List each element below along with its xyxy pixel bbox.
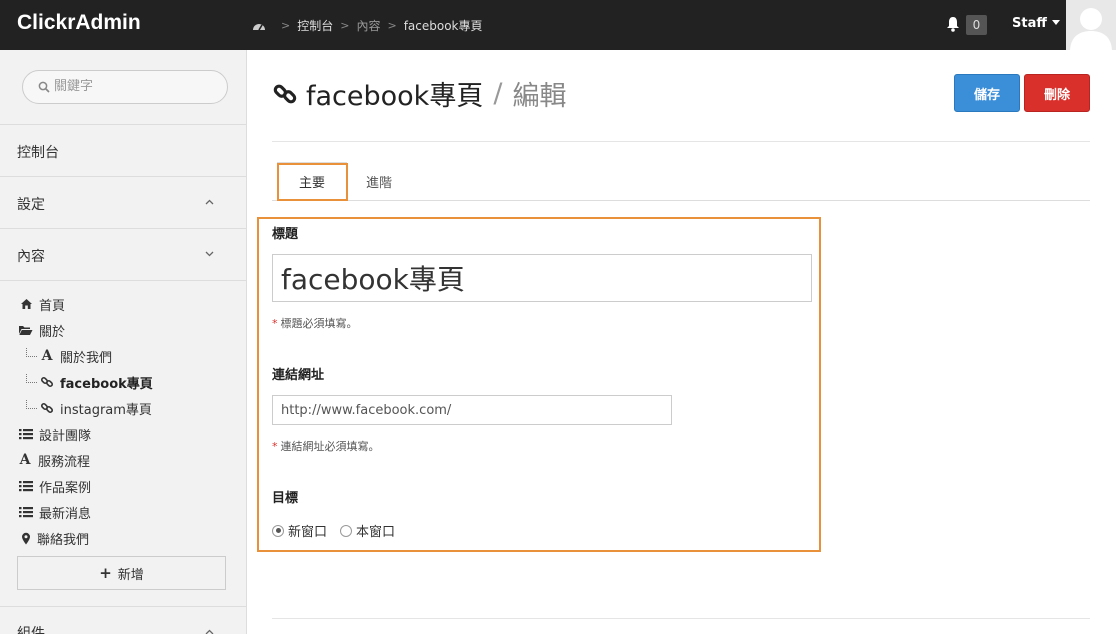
- sidebar-item-settings[interactable]: 設定: [0, 176, 246, 228]
- page-subtitle: 編輯: [512, 81, 567, 112]
- tab-bar: 主要 進階: [272, 162, 1090, 201]
- title-separator: /: [493, 78, 503, 109]
- tree-item-news[interactable]: 最新消息: [19, 502, 91, 522]
- url-field-label: 連結網址: [272, 368, 325, 383]
- divider: [272, 618, 1090, 619]
- add-button-label: 新增: [117, 567, 144, 583]
- map-marker-icon: [22, 532, 30, 544]
- user-silhouette-icon: [1070, 8, 1112, 50]
- link-icon: [40, 402, 54, 414]
- plus-icon: +: [99, 564, 112, 582]
- tree-item-design-team[interactable]: 設計團隊: [19, 424, 91, 444]
- title-help-label: 標題必須填寫。: [280, 317, 358, 330]
- tree-item-contact[interactable]: 聯絡我們: [21, 528, 89, 548]
- search-icon: [38, 81, 50, 93]
- tree-item-about[interactable]: 關於: [18, 320, 65, 340]
- text-a-icon: A: [19, 452, 31, 468]
- dashboard-icon[interactable]: [252, 20, 266, 32]
- delete-button[interactable]: 刪除: [1024, 74, 1090, 112]
- url-help-label: 連結網址必須填寫。: [280, 440, 380, 453]
- tree-connector: [26, 399, 37, 409]
- sidebar-item-label: 組件: [17, 626, 45, 634]
- sidebar-search: [22, 70, 228, 104]
- main-content: facebook專頁 / 編輯 儲存 刪除 主要 進階 標題 *標題必須填寫。 …: [247, 50, 1116, 634]
- tree-connector: [26, 373, 37, 383]
- save-button[interactable]: 儲存: [954, 74, 1020, 112]
- top-navbar: ClickrAdmin > 控制台 > 內容 > facebook專頁 0 St…: [0, 0, 1116, 50]
- tree-item-facebook[interactable]: facebook專頁: [26, 372, 153, 392]
- tree-item-about-us[interactable]: A 關於我們: [26, 346, 112, 366]
- sidebar-item-label: 設定: [17, 197, 45, 213]
- sidebar: 控制台 設定 內容 首頁 關於 A 關於我們 facebook專頁: [0, 50, 247, 634]
- tree-item-label: 作品案例: [39, 480, 92, 496]
- breadcrumb-separator: >: [340, 19, 350, 32]
- tree-item-label: 服務流程: [38, 454, 91, 470]
- notification-count-badge[interactable]: 0: [966, 15, 987, 35]
- caret-down-icon: [1051, 20, 1060, 25]
- page-title: facebook專頁 / 編輯: [272, 74, 566, 113]
- link-icon: [273, 84, 297, 103]
- link-icon: [40, 376, 54, 388]
- user-menu-label: Staff: [1012, 16, 1047, 31]
- radio-label-new-window[interactable]: 新窗口: [288, 521, 327, 540]
- breadcrumb-item-dashboard[interactable]: 控制台: [297, 17, 333, 34]
- home-icon: [21, 299, 32, 309]
- avatar[interactable]: [1066, 0, 1116, 50]
- tree-item-label: 關於我們: [60, 350, 113, 366]
- tree-item-label: 關於: [39, 324, 66, 340]
- sidebar-item-components[interactable]: 組件: [0, 606, 246, 634]
- tree-item-service-process[interactable]: A 服務流程: [18, 450, 90, 470]
- search-input[interactable]: [54, 79, 214, 94]
- url-help-text: * 連結網址必須填寫。: [272, 438, 380, 454]
- radio-label-same-window[interactable]: 本窗口: [356, 521, 395, 540]
- title-help-text: * 標題必須填寫。: [272, 315, 358, 331]
- bell-icon[interactable]: [946, 16, 960, 32]
- tree-connector: [26, 347, 37, 357]
- tree-item-label: 聯絡我們: [37, 532, 90, 548]
- radio-same-window[interactable]: [340, 524, 353, 537]
- brand-logo[interactable]: ClickrAdmin: [17, 11, 141, 35]
- list-icon: [19, 481, 33, 492]
- title-field-label: 標題: [272, 227, 299, 242]
- required-asterisk: *: [272, 440, 278, 453]
- tree-item-label: instagram專頁: [60, 402, 152, 418]
- page-title-text: facebook專頁: [306, 81, 484, 112]
- list-icon: [19, 507, 33, 518]
- target-radio-group: 新窗口 本窗口: [272, 521, 395, 540]
- url-input[interactable]: [272, 395, 672, 425]
- tree-item-label: 首頁: [39, 298, 66, 314]
- chevron-up-icon: [205, 199, 214, 205]
- text-a-icon: A: [41, 348, 53, 364]
- tree-item-label: 最新消息: [39, 506, 92, 522]
- breadcrumb-separator: >: [281, 19, 291, 32]
- target-field-label: 目標: [272, 491, 299, 506]
- divider: [272, 141, 1090, 142]
- sidebar-item-dashboard[interactable]: 控制台: [0, 124, 246, 176]
- tab-advanced[interactable]: 進階: [354, 162, 404, 201]
- tree-item-label: facebook專頁: [60, 376, 153, 392]
- divider: [0, 280, 246, 281]
- tree-item-portfolio[interactable]: 作品案例: [19, 476, 91, 496]
- tree-item-label: 設計團隊: [39, 428, 92, 444]
- user-menu-toggle[interactable]: Staff: [1012, 16, 1060, 31]
- breadcrumb: > 控制台 > 內容 > facebook專頁: [252, 17, 483, 34]
- folder-open-icon: [19, 326, 33, 335]
- chevron-up-icon: [205, 629, 214, 634]
- list-icon: [19, 429, 33, 440]
- breadcrumb-item-content[interactable]: 內容: [356, 17, 380, 34]
- title-input[interactable]: [272, 254, 812, 302]
- breadcrumb-item-current: facebook專頁: [403, 19, 483, 33]
- breadcrumb-separator: >: [387, 19, 397, 32]
- sidebar-item-label: 內容: [17, 249, 45, 265]
- tree-item-instagram[interactable]: instagram專頁: [26, 398, 152, 418]
- highlight-box-tab: [277, 163, 348, 201]
- radio-new-window[interactable]: [272, 524, 284, 537]
- chevron-down-icon: [205, 251, 214, 257]
- sidebar-item-label: 控制台: [17, 145, 59, 161]
- add-page-button[interactable]: + 新增: [17, 556, 226, 590]
- required-asterisk: *: [272, 317, 278, 330]
- tree-item-home[interactable]: 首頁: [20, 294, 65, 314]
- sidebar-item-content[interactable]: 內容: [0, 228, 246, 280]
